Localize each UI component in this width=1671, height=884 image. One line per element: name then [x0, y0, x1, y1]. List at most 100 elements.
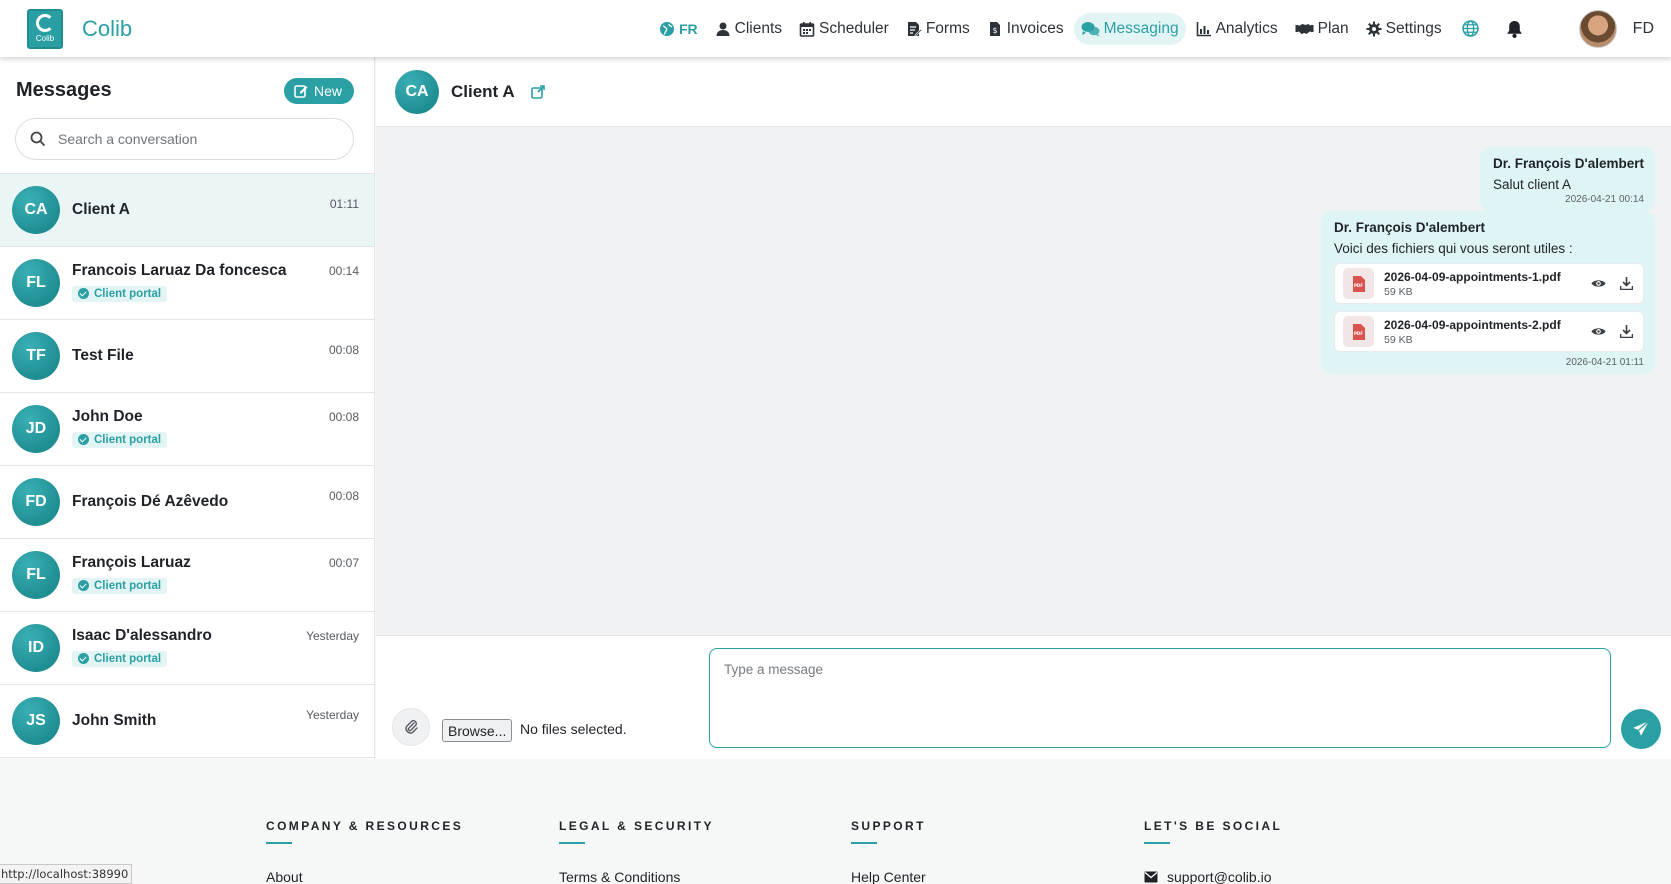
nav-analytics[interactable]: Analytics	[1189, 13, 1285, 45]
conversation-time: Yesterday	[306, 629, 359, 643]
conversation-name: John Doe	[72, 407, 143, 425]
nav-label: Clients	[734, 19, 783, 37]
conversation-time: 00:08	[328, 410, 359, 424]
svg-text:$: $	[992, 26, 997, 35]
conversation-avatar: FL	[12, 259, 60, 307]
invoice-icon: $	[989, 21, 1000, 36]
send-button[interactable]	[1621, 709, 1661, 749]
edit-icon	[294, 84, 308, 98]
nav-label: Plan	[1317, 19, 1349, 37]
view-file-button[interactable]	[1589, 275, 1607, 293]
badge-label: Client portal	[94, 433, 162, 446]
file-size: 59 KB	[1384, 333, 1413, 346]
badge-label: Client portal	[94, 287, 162, 300]
download-file-button[interactable]	[1617, 323, 1635, 341]
search-input[interactable]	[58, 131, 328, 147]
nav-clients[interactable]: Clients	[708, 13, 789, 45]
conversation-time: 00:07	[328, 556, 359, 570]
conversation-time: Yesterday	[306, 708, 359, 722]
conversation-search[interactable]	[15, 118, 354, 160]
conversation-avatar: JS	[12, 697, 60, 745]
brand-name: Colib	[82, 15, 133, 41]
footer-column-company: COMPANY & RESOURCES About	[266, 819, 463, 884]
footer-heading: SUPPORT	[851, 819, 926, 833]
user-initials[interactable]: FD	[1633, 20, 1654, 38]
nav-label: Scheduler	[819, 19, 889, 37]
nav-label: Forms	[925, 19, 970, 37]
download-file-button[interactable]	[1617, 275, 1635, 293]
colib-logo: Colib	[27, 8, 63, 49]
conversation-time: 01:11	[329, 197, 359, 211]
conversation-item[interactable]: CA Client A 01:11	[0, 174, 374, 247]
nav-forms[interactable]: Forms	[899, 13, 977, 45]
footer-divider	[1144, 842, 1170, 844]
conversation-item[interactable]: ID Isaac D'alessandro Client portal Yest…	[0, 612, 374, 685]
message-composer: Browse... No files selected.	[376, 635, 1671, 759]
footer-divider	[266, 842, 292, 844]
check-circle-icon	[78, 434, 89, 446]
nav-plan[interactable]: Plan	[1288, 13, 1356, 45]
conversation-name: Test File	[72, 347, 134, 364]
footer-divider	[851, 842, 877, 844]
conversation-time: 00:14	[328, 264, 359, 278]
conversation-time: 00:08	[328, 489, 359, 503]
nav-label: Settings	[1385, 19, 1442, 37]
conversation-item[interactable]: FL François Laruaz Client portal 00:07	[0, 539, 374, 612]
conversation-item[interactable]: JS John Smith Yesterday	[0, 685, 374, 758]
eye-icon	[1590, 280, 1606, 287]
attach-button[interactable]	[392, 708, 430, 746]
footer-link-about[interactable]: About	[266, 869, 463, 884]
language-switch[interactable]: FR	[652, 13, 705, 45]
nav-invoices[interactable]: $ Invoices	[980, 13, 1071, 45]
search-icon	[30, 131, 46, 147]
globe-button[interactable]	[1449, 13, 1493, 45]
globe-icon	[659, 21, 674, 36]
conversation-name: Client A	[72, 201, 130, 218]
message-sender: Dr. François D'alembert	[1334, 220, 1486, 235]
chat-icon	[1081, 21, 1100, 36]
conversation-item[interactable]: JD John Doe Client portal 00:08	[0, 393, 374, 466]
message-sender: Dr. François D'alembert	[1492, 156, 1644, 171]
conversation-time: 00:08	[328, 343, 359, 357]
conversation-name: François Laruaz	[72, 553, 191, 571]
brand[interactable]: Colib Colib	[27, 8, 133, 49]
browse-files-button[interactable]: Browse...	[442, 719, 513, 742]
conversation-item[interactable]: TF Test File 00:08	[0, 320, 374, 393]
view-file-button[interactable]	[1589, 323, 1607, 341]
notifications-button[interactable]	[1493, 13, 1537, 45]
footer-link-help[interactable]: Help Center	[851, 869, 926, 884]
conversation-name: François Dé Azêvedo	[72, 493, 229, 510]
client-portal-badge: Client portal	[72, 577, 168, 594]
nav-settings[interactable]: Settings	[1359, 13, 1449, 45]
footer-column-support: SUPPORT Help Center	[851, 819, 926, 884]
nav-scheduler[interactable]: Scheduler	[792, 13, 896, 45]
language-label: FR	[678, 20, 698, 37]
user-avatar[interactable]	[1578, 9, 1617, 48]
conversation-avatar: JD	[12, 405, 60, 453]
conversation-name: Francois Laruaz Da foncesca	[72, 261, 287, 279]
contact-avatar: CA	[395, 69, 439, 114]
message-time: 2026-04-21 01:11	[1565, 357, 1644, 368]
conversation-item[interactable]: FL Francois Laruaz Da foncesca Client po…	[0, 247, 374, 320]
conversation-avatar: CA	[12, 186, 60, 234]
chat-panel: CA Client A Dr. François D'alembert Salu…	[376, 57, 1671, 759]
file-name: 2026-04-09-appointments-1.pdf	[1384, 269, 1561, 284]
conversation-avatar: ID	[12, 624, 60, 672]
footer-heading: LEGAL & SECURITY	[559, 819, 714, 833]
badge-label: Client portal	[94, 652, 162, 665]
conversation-item[interactable]: FD François Dé Azêvedo 00:08	[0, 466, 374, 539]
conversation-avatar: FL	[12, 551, 60, 599]
message-input[interactable]	[709, 648, 1611, 748]
message-time: 2026-04-21 00:14	[1565, 194, 1644, 205]
check-circle-icon	[78, 653, 89, 665]
new-conversation-button[interactable]: New	[283, 77, 354, 104]
footer-link-terms[interactable]: Terms & Conditions	[559, 869, 714, 884]
chart-icon	[1196, 21, 1211, 36]
download-icon	[1619, 277, 1633, 290]
user-icon	[716, 22, 730, 36]
nav-messaging[interactable]: Messaging	[1073, 12, 1186, 45]
external-link-icon[interactable]	[530, 84, 545, 99]
footer-link-email[interactable]: support@colib.io	[1144, 869, 1282, 884]
pdf-file-icon: PDF	[1343, 268, 1374, 299]
globe-icon	[1462, 20, 1479, 37]
